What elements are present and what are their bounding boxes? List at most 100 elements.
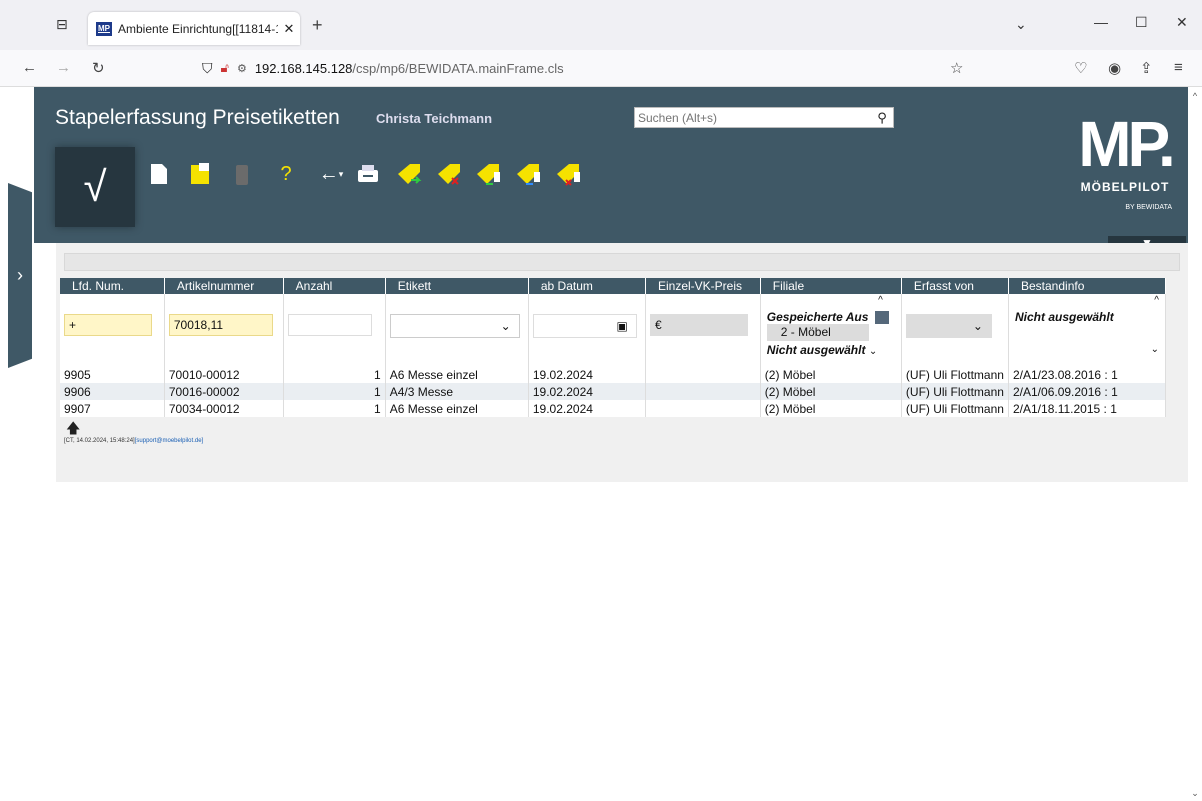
col-bestandinfo[interactable]: Bestandinfo (1008, 278, 1166, 294)
cell-bestand: 2/A1/23.08.2016 : 1 (1008, 366, 1166, 383)
logo-mark: MP. (1078, 108, 1176, 180)
minimize-icon[interactable]: — (1094, 14, 1108, 30)
filiale-none: Nicht ausgewählt (766, 343, 866, 357)
cell-lfd: 9907 (60, 400, 165, 417)
search-box: ⚲ (634, 107, 894, 128)
tag-delete-icon[interactable] (434, 160, 464, 188)
new-document-icon[interactable] (148, 160, 170, 188)
filiale-scroll-thumb[interactable] (874, 311, 889, 324)
help-icon[interactable]: ? (276, 160, 296, 188)
permissions-icon[interactable]: ⚙ (237, 62, 247, 75)
bestandinfo-listbox[interactable]: ^ Nicht ausgewählt ⌄ (1013, 294, 1161, 364)
insecure-lock-icon[interactable]: 🔓︎ (221, 60, 229, 76)
cell-lfd: 9905 (60, 366, 165, 383)
filiale-option[interactable]: 2 - Möbel (766, 324, 869, 341)
ab-datum-input[interactable]: ▣ (532, 314, 637, 338)
shield-icon[interactable]: ⛉ (202, 60, 213, 77)
col-lfd-num[interactable]: Lfd. Num. (60, 278, 165, 294)
user-name: Christa Teichmann (376, 111, 493, 126)
open-folder-icon[interactable] (188, 160, 214, 188)
col-etikett[interactable]: Etikett (385, 278, 529, 294)
trash-icon (232, 160, 252, 188)
col-anzahl[interactable]: Anzahl (283, 278, 386, 294)
moebelpilot-logo: MP. MÖBELPILOT BY BEWIDATA (1070, 108, 1180, 211)
erfasst-von-select[interactable]: ⌄ (905, 314, 992, 338)
einzelpreis-input[interactable]: € (649, 314, 748, 336)
cell-erfasst: (UF) Uli Flottmann (901, 400, 1010, 417)
logo-sub: BY BEWIDATA (1125, 204, 1172, 211)
cell-artikel: 70016-00002 (164, 383, 284, 400)
listbox-scroll-down-icon[interactable]: ⌄ (869, 346, 877, 357)
search-input[interactable] (635, 110, 871, 125)
table-row[interactable]: 9906 70016-00002 1 A4/3 Messe 19.02.2024… (60, 383, 1166, 400)
tab-close-icon[interactable]: ✕ (278, 21, 300, 37)
anzahl-input[interactable] (287, 314, 372, 336)
browser-tab-active[interactable]: MP Ambiente Einrichtung[[11814-1 ✕ (88, 12, 300, 45)
cell-anzahl: 1 (283, 366, 386, 383)
col-ab-datum[interactable]: ab Datum (528, 278, 646, 294)
chevron-down-icon: ⌄ (500, 319, 511, 333)
filter-bar[interactable] (64, 253, 1180, 271)
col-artikelnummer[interactable]: Artikelnummer (164, 278, 284, 294)
table-row[interactable]: 9905 70010-00012 1 A6 Messe einzel 19.02… (60, 366, 1166, 383)
col-einzel-vk-preis[interactable]: Einzel-VK-Preis (645, 278, 761, 294)
new-tab-icon[interactable]: + (312, 15, 323, 36)
url-host: 192.168.145.128 (254, 60, 353, 76)
pocket-icon[interactable]: ♡ (1074, 59, 1087, 77)
footer-stamp: [CT, 14.02.2024, 15:48:24] (64, 438, 135, 444)
cell-lfd: 9906 (60, 383, 165, 400)
scroll-down-icon[interactable]: ⌄ (1188, 788, 1202, 799)
cell-preis (645, 383, 761, 400)
filiale-saved-title: Gespeicherte Aus (766, 310, 869, 324)
artikelnummer-input[interactable]: 70018,11 (168, 314, 273, 336)
support-email-link[interactable]: [support@moebelpilot.de] (135, 438, 203, 444)
table-row[interactable]: 9907 70034-00012 1 A6 Messe einzel 19.02… (60, 400, 1166, 417)
listbox-scroll-up-icon[interactable]: ^ (878, 295, 883, 306)
cell-filiale: (2) Möbel (760, 383, 902, 400)
cell-filiale: (2) Möbel (760, 366, 902, 383)
reload-icon[interactable]: ↻ (92, 59, 105, 77)
browser-tab-bar: ⊟ MP Ambiente Einrichtung[[11814-1 ✕ + ⌄… (0, 0, 1202, 50)
menu-icon[interactable]: ≡ (1174, 59, 1183, 76)
printer-icon[interactable] (354, 160, 382, 188)
etikett-select[interactable]: ⌄ (389, 314, 520, 338)
account-icon[interactable]: ◉ (1108, 59, 1121, 77)
lfd-num-input[interactable]: + (64, 314, 152, 336)
col-filiale[interactable]: Filiale (760, 278, 902, 294)
listbox-scroll-down-icon[interactable]: ⌄ (1151, 344, 1159, 355)
filiale-listbox[interactable]: ^ Gespeicherte Aus 2 - Möbel Nicht ausge… (765, 294, 893, 364)
close-window-icon[interactable]: ✕ (1176, 14, 1188, 31)
edit-row: + 70018,11 ⌄ ▣ € ^ Gespeicherte Aus 2 - … (60, 294, 1166, 366)
back-icon[interactable]: ← (22, 59, 37, 76)
tab-overflow-icon[interactable]: ⌄ (1015, 16, 1027, 33)
cell-datum: 19.02.2024 (528, 366, 646, 383)
cell-erfasst: (UF) Uli Flottmann (901, 366, 1010, 383)
confirm-check-button[interactable]: √ (55, 147, 135, 227)
back-arrow-dropdown-icon[interactable]: ← ▾ (314, 160, 348, 188)
cell-datum: 19.02.2024 (528, 400, 646, 417)
share-icon[interactable]: ⇪ (1140, 59, 1153, 77)
grid-header-row: Lfd. Num. Artikelnummer Anzahl Etikett a… (60, 278, 1166, 294)
chevron-down-icon: ⌄ (972, 319, 983, 333)
cell-etikett: A4/3 Messe (385, 383, 529, 400)
listbox-scroll-up-icon[interactable]: ^ (1154, 295, 1159, 306)
maximize-icon[interactable]: ☐ (1135, 14, 1148, 31)
search-icon[interactable]: ⚲ (871, 110, 893, 126)
page-title: Stapelerfassung Preisetiketten (55, 106, 340, 129)
tab-list-icon[interactable]: ⊟ (56, 16, 68, 33)
col-erfasst-von[interactable]: Erfasst von (901, 278, 1010, 294)
logo-name: MÖBELPILOT (1080, 180, 1170, 194)
url-bar[interactable]: ⛉ 🔓︎ ⚙ 192.168.145.128/csp/mp6/BEWIDATA.… (202, 56, 978, 80)
tag-stock-delete-icon[interactable] (553, 160, 585, 188)
cell-artikel: 70034-00012 (164, 400, 284, 417)
forward-icon[interactable]: → (56, 59, 71, 76)
page-scrollbar[interactable]: ^ ⌄ (1188, 87, 1202, 801)
cell-filiale: (2) Möbel (760, 400, 902, 417)
tag-stock-add-icon[interactable] (473, 160, 505, 188)
tag-add-icon[interactable] (394, 160, 424, 188)
calendar-icon[interactable]: ▣ (617, 319, 628, 333)
scroll-up-icon[interactable]: ^ (1188, 91, 1202, 101)
sidebar-toggle[interactable]: › (8, 183, 32, 368)
bestandinfo-none: Nicht ausgewählt (1015, 310, 1114, 324)
tag-stock-transfer-icon[interactable] (513, 160, 545, 188)
